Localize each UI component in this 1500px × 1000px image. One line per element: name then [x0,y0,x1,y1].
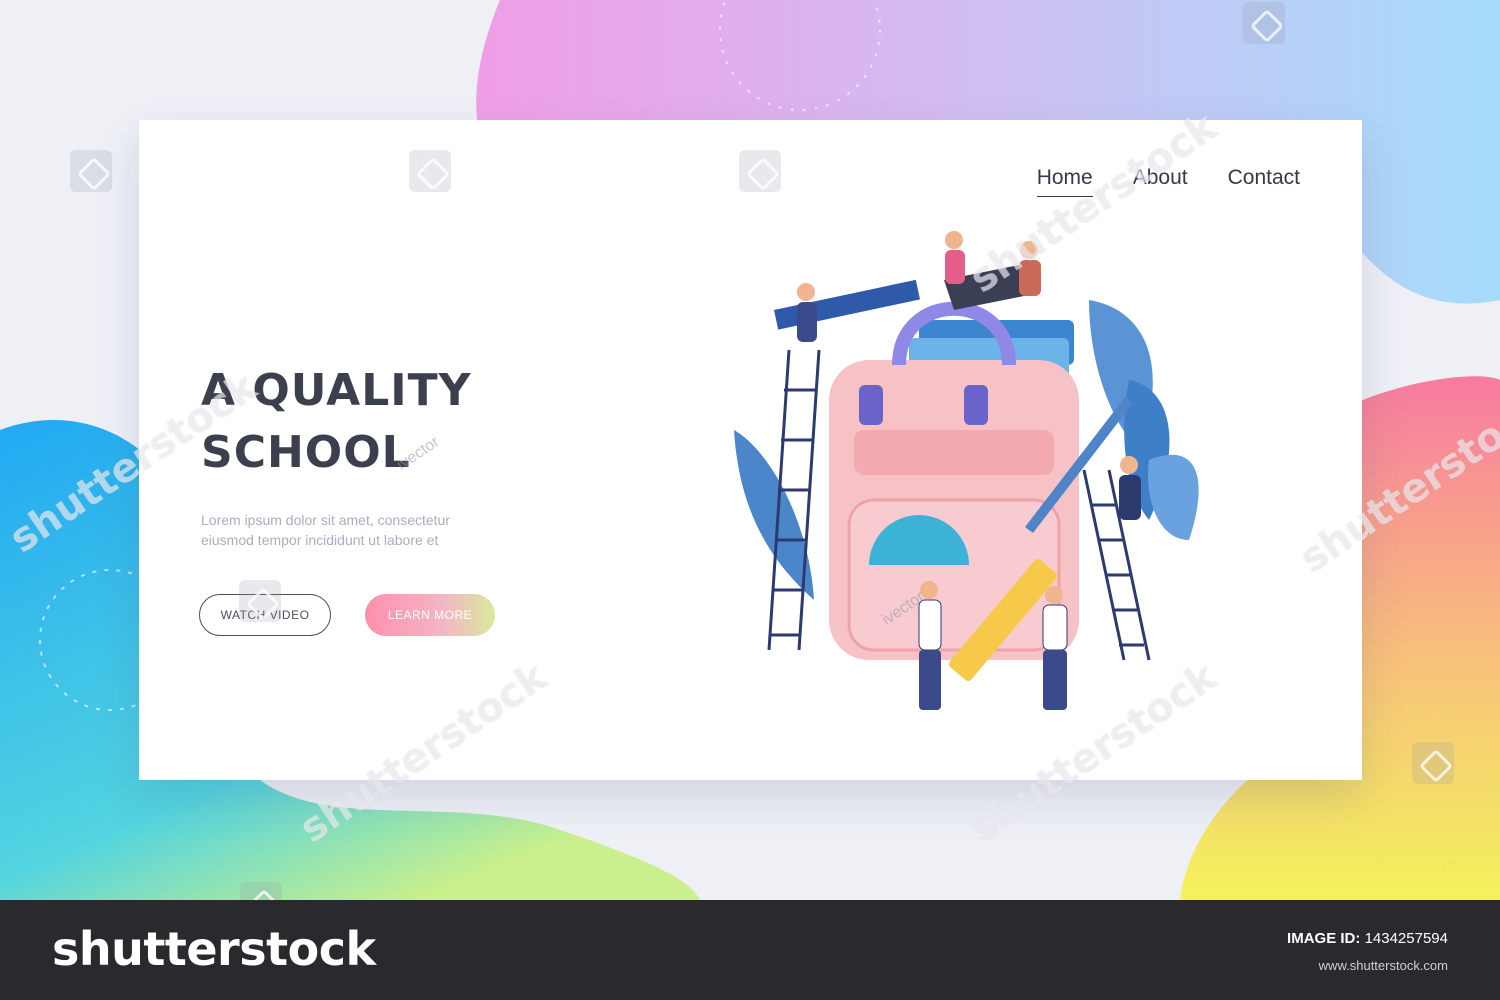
watermark-icon [409,150,451,192]
watermark-icon [70,150,112,192]
brand-logo: shutterstock [52,922,376,976]
watermark-icon [240,882,282,900]
lead-text: Lorem ipsum dolor sit amet, consectetur … [201,512,450,548]
backpack-illustration [734,231,1199,710]
learn-more-button[interactable]: LEARN MORE [365,594,495,636]
image-id: IMAGE ID: 1434257594 [1287,930,1448,947]
watermark-icon [239,580,281,622]
nav-contact[interactable]: Contact [1228,166,1300,197]
site-url: www.shutterstock.com [1318,958,1448,973]
watermark-icon [739,150,781,192]
footer-bar: shutterstock IMAGE ID: 1434257594 www.sh… [0,900,1500,1000]
image-id-value: 1434257594 [1364,930,1448,947]
page-title: A QUALITY SCHOOL [201,365,472,478]
watermark-icon [1243,2,1285,44]
watermark-icon [1412,742,1454,784]
image-id-label: IMAGE ID: [1287,930,1361,947]
